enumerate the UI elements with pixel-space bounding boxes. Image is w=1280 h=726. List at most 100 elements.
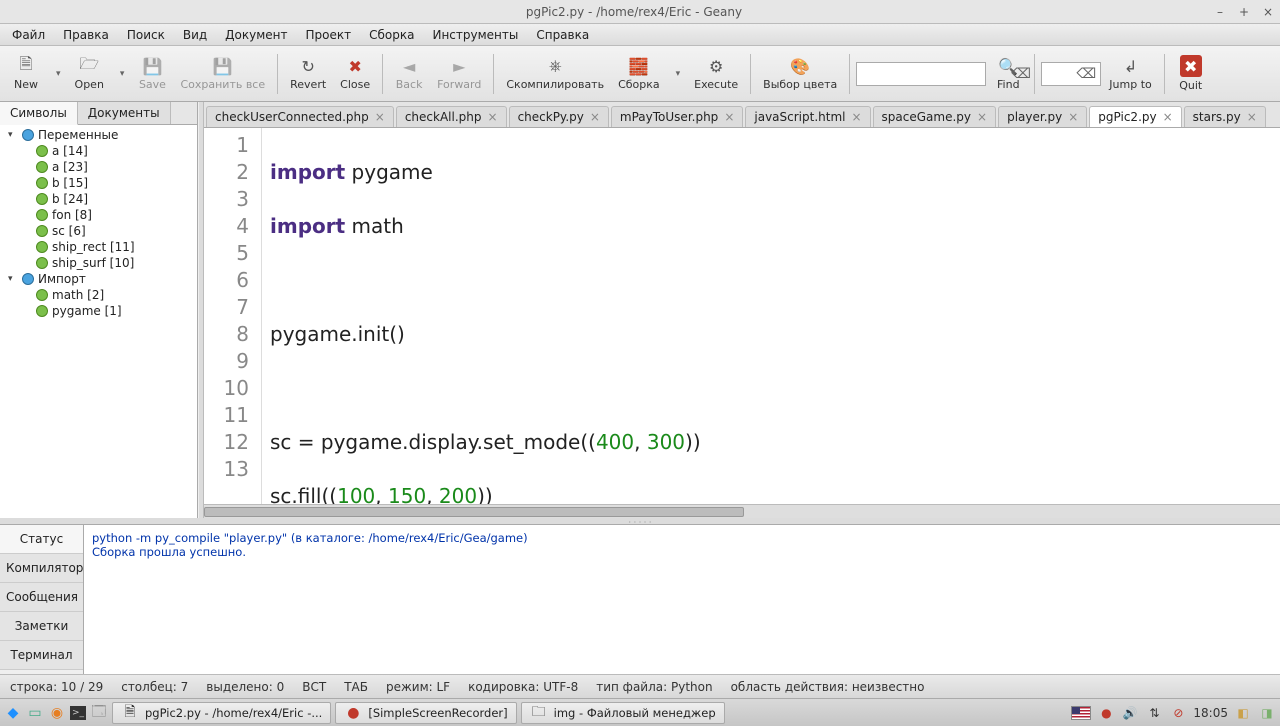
revert-button[interactable]: ↻Revert <box>284 54 332 93</box>
tab-terminal[interactable]: Терминал <box>0 641 83 670</box>
tab-compiler[interactable]: Компилятор <box>0 554 83 583</box>
find-button[interactable]: 🔍Find <box>988 54 1028 93</box>
tab-close-icon[interactable]: × <box>1247 110 1257 124</box>
menu-search[interactable]: Поиск <box>119 26 173 44</box>
find-input[interactable]: ⌫ <box>856 62 986 86</box>
maximize-button[interactable]: + <box>1235 3 1253 21</box>
color-picker-button[interactable]: 🎨Выбор цвета <box>757 54 843 93</box>
tree-item[interactable]: a [14] <box>0 143 197 159</box>
save-all-button[interactable]: 💾Сохранить все <box>174 54 271 93</box>
close-button[interactable]: × <box>1259 3 1277 21</box>
file-tab[interactable]: javaScript.html× <box>745 106 870 127</box>
menu-build[interactable]: Сборка <box>361 26 422 44</box>
symbols-tree[interactable]: ▾Переменные a [14] a [23] b [15] b [24] … <box>0 125 197 518</box>
jump-button[interactable]: ↲Jump to <box>1103 54 1157 93</box>
save-button[interactable]: 💾Save <box>132 54 172 93</box>
menu-project[interactable]: Проект <box>298 26 360 44</box>
status-position: строка: 10 / 29 <box>10 680 103 694</box>
tray-app-icon[interactable]: ◧ <box>1234 704 1252 722</box>
file-tab[interactable]: checkPy.py× <box>509 106 609 127</box>
jump-input[interactable]: ⌫ <box>1041 62 1101 86</box>
tab-close-icon[interactable]: × <box>724 110 734 124</box>
minimize-button[interactable]: – <box>1211 3 1229 21</box>
taskbar-item[interactable]: 🗎pgPic2.py - /home/rex4/Eric -... <box>112 702 331 724</box>
tree-item[interactable]: fon [8] <box>0 207 197 223</box>
record-icon: ● <box>344 704 362 722</box>
forward-button[interactable]: ►Forward <box>431 54 487 93</box>
message-tabs: Статус Компилятор Сообщения Заметки Терм… <box>0 525 84 674</box>
tab-close-icon[interactable]: × <box>1068 110 1078 124</box>
dot-icon <box>22 129 34 141</box>
tray-app-icon[interactable]: ◨ <box>1258 704 1276 722</box>
start-menu-icon[interactable]: ◆ <box>4 704 22 722</box>
tree-item[interactable]: b [24] <box>0 191 197 207</box>
editor-area[interactable]: 123 456 789 101112 13 import pygame impo… <box>204 128 1280 504</box>
compile-button[interactable]: ⎈Скомпилировать <box>500 54 610 93</box>
execute-button[interactable]: ⚙Execute <box>688 54 744 93</box>
menu-view[interactable]: Вид <box>175 26 215 44</box>
files-icon[interactable]: 🗔 <box>90 704 108 722</box>
tab-symbols[interactable]: Символы <box>0 102 78 125</box>
file-tab[interactable]: stars.py× <box>1184 106 1266 127</box>
taskbar-item[interactable]: ●[SimpleScreenRecorder] <box>335 702 516 724</box>
keyboard-layout-icon[interactable] <box>1071 706 1091 720</box>
menu-document[interactable]: Документ <box>217 26 295 44</box>
menu-file[interactable]: Файл <box>4 26 53 44</box>
volume-icon[interactable]: 🔊 <box>1121 704 1139 722</box>
close-file-button[interactable]: ✖Close <box>334 54 376 93</box>
tab-notes[interactable]: Заметки <box>0 612 83 641</box>
tree-item[interactable]: b [15] <box>0 175 197 191</box>
file-tab[interactable]: spaceGame.py× <box>873 106 997 127</box>
show-desktop-icon[interactable]: ▭ <box>26 704 44 722</box>
file-tab[interactable]: mPayToUser.php× <box>611 106 743 127</box>
file-tab[interactable]: player.py× <box>998 106 1087 127</box>
menu-edit[interactable]: Правка <box>55 26 117 44</box>
file-tab[interactable]: checkUserConnected.php× <box>206 106 394 127</box>
open-dropdown[interactable]: ▾ <box>112 67 131 81</box>
blocked-icon[interactable]: ⊘ <box>1169 704 1187 722</box>
tab-close-icon[interactable]: × <box>590 110 600 124</box>
menu-help[interactable]: Справка <box>528 26 597 44</box>
open-button[interactable]: 🗁Open <box>69 54 110 93</box>
new-dropdown[interactable]: ▾ <box>48 67 67 81</box>
tree-item[interactable]: pygame [1] <box>0 303 197 319</box>
quit-button[interactable]: ✖Quit <box>1171 53 1211 94</box>
tree-item[interactable]: ship_surf [10] <box>0 255 197 271</box>
code-content[interactable]: import pygame import math pygame.init() … <box>262 128 1280 504</box>
file-tab[interactable]: pgPic2.py× <box>1089 106 1181 127</box>
taskbar-item[interactable]: 🗀img - Файловый менеджер <box>521 702 725 724</box>
tab-close-icon[interactable]: × <box>1163 110 1173 124</box>
tree-group-variables[interactable]: ▾Переменные <box>0 127 197 143</box>
record-tray-icon[interactable]: ● <box>1097 704 1115 722</box>
horizontal-scrollbar[interactable] <box>204 504 1280 518</box>
tab-close-icon[interactable]: × <box>375 110 385 124</box>
build-dropdown[interactable]: ▾ <box>668 67 687 81</box>
scrollbar-thumb[interactable] <box>204 507 744 517</box>
tab-status[interactable]: Статус <box>0 525 83 554</box>
tree-item[interactable]: ship_rect [11] <box>0 239 197 255</box>
tab-documents[interactable]: Документы <box>78 102 171 124</box>
tree-item[interactable]: a [23] <box>0 159 197 175</box>
menu-tools[interactable]: Инструменты <box>424 26 526 44</box>
console[interactable]: python -m py_compile "player.py" (в ката… <box>84 525 1280 674</box>
tab-close-icon[interactable]: × <box>977 110 987 124</box>
dot-icon <box>36 209 48 221</box>
tree-item[interactable]: sc [6] <box>0 223 197 239</box>
network-icon[interactable]: ⇅ <box>1145 704 1163 722</box>
statusbar: строка: 10 / 29 столбец: 7 выделено: 0 В… <box>0 674 1280 698</box>
build-button[interactable]: 🧱Сборка <box>612 54 666 93</box>
file-tab[interactable]: checkAll.php× <box>396 106 507 127</box>
terminal-icon[interactable]: >_ <box>70 706 86 720</box>
tab-close-icon[interactable]: × <box>851 110 861 124</box>
back-button[interactable]: ◄Back <box>389 54 429 93</box>
clear-icon[interactable]: ⌫ <box>1077 66 1097 82</box>
jump-field[interactable] <box>1046 67 1076 81</box>
firefox-icon[interactable]: ◉ <box>48 704 66 722</box>
tab-close-icon[interactable]: × <box>488 110 498 124</box>
tree-group-imports[interactable]: ▾Импорт <box>0 271 197 287</box>
status-filetype: тип файла: Python <box>596 680 712 694</box>
new-button[interactable]: 🗎New <box>6 54 46 93</box>
tab-messages[interactable]: Сообщения <box>0 583 83 612</box>
tree-item[interactable]: math [2] <box>0 287 197 303</box>
clock[interactable]: 18:05 <box>1193 706 1228 720</box>
